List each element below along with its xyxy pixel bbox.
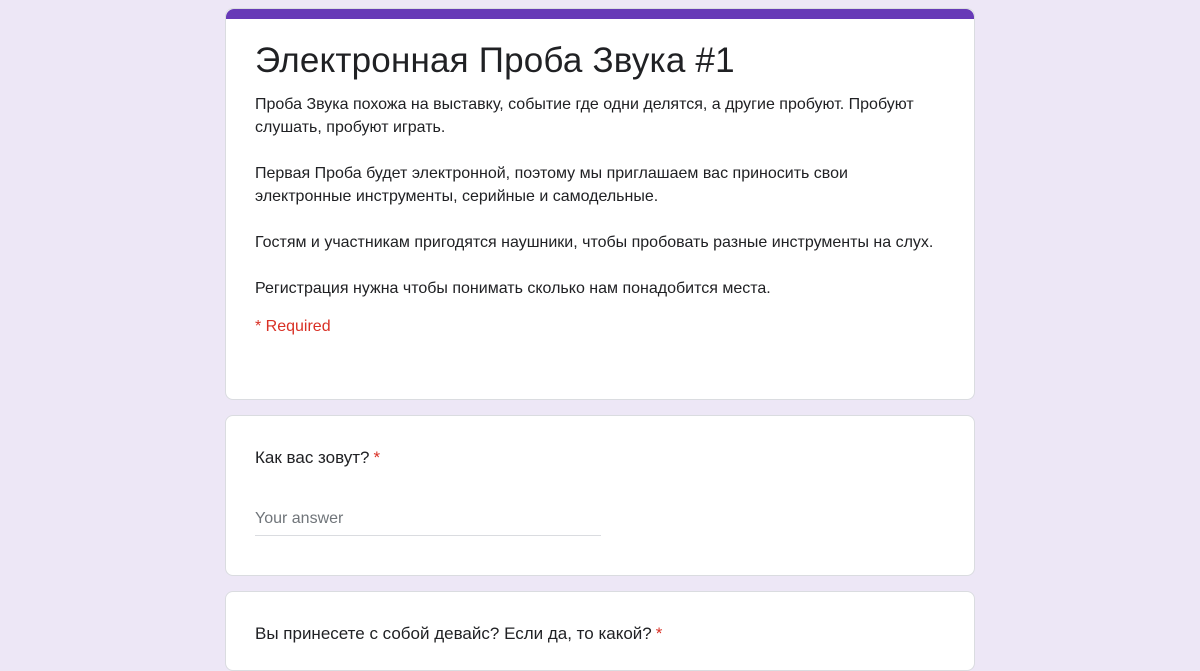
question-card-name: Как вас зовут? * xyxy=(225,415,975,576)
required-asterisk: * xyxy=(373,448,381,467)
required-note: * Required xyxy=(255,318,331,335)
question-card-device: Вы принесете с собой девайс? Если да, то… xyxy=(225,591,975,671)
form-description: Проба Звука похожа на выставку, событие … xyxy=(255,93,945,300)
accent-bar xyxy=(226,9,974,19)
form-title: Электронная Проба Звука #1 xyxy=(255,41,735,80)
description-paragraph: Регистрация нужна чтобы понимать сколько… xyxy=(255,280,771,297)
question-label: Как вас зовут? * xyxy=(255,446,945,470)
question-label: Вы принесете с собой девайс? Если да, то… xyxy=(255,622,945,646)
description-paragraph: Гостям и участникам пригодятся наушники,… xyxy=(255,234,934,251)
form-container: Электронная Проба Звука #1 Проба Звука п… xyxy=(225,8,975,671)
form-header-card: Электронная Проба Звука #1 Проба Звука п… xyxy=(225,8,975,400)
name-answer-input[interactable] xyxy=(255,506,601,536)
description-paragraph: Первая Проба будет электронной, поэтому … xyxy=(255,165,848,205)
question-text: Вы принесете с собой девайс? Если да, то… xyxy=(255,624,652,643)
required-asterisk: * xyxy=(655,624,663,643)
question-text: Как вас зовут? xyxy=(255,448,370,467)
description-paragraph: Проба Звука похожа на выставку, событие … xyxy=(255,96,914,136)
